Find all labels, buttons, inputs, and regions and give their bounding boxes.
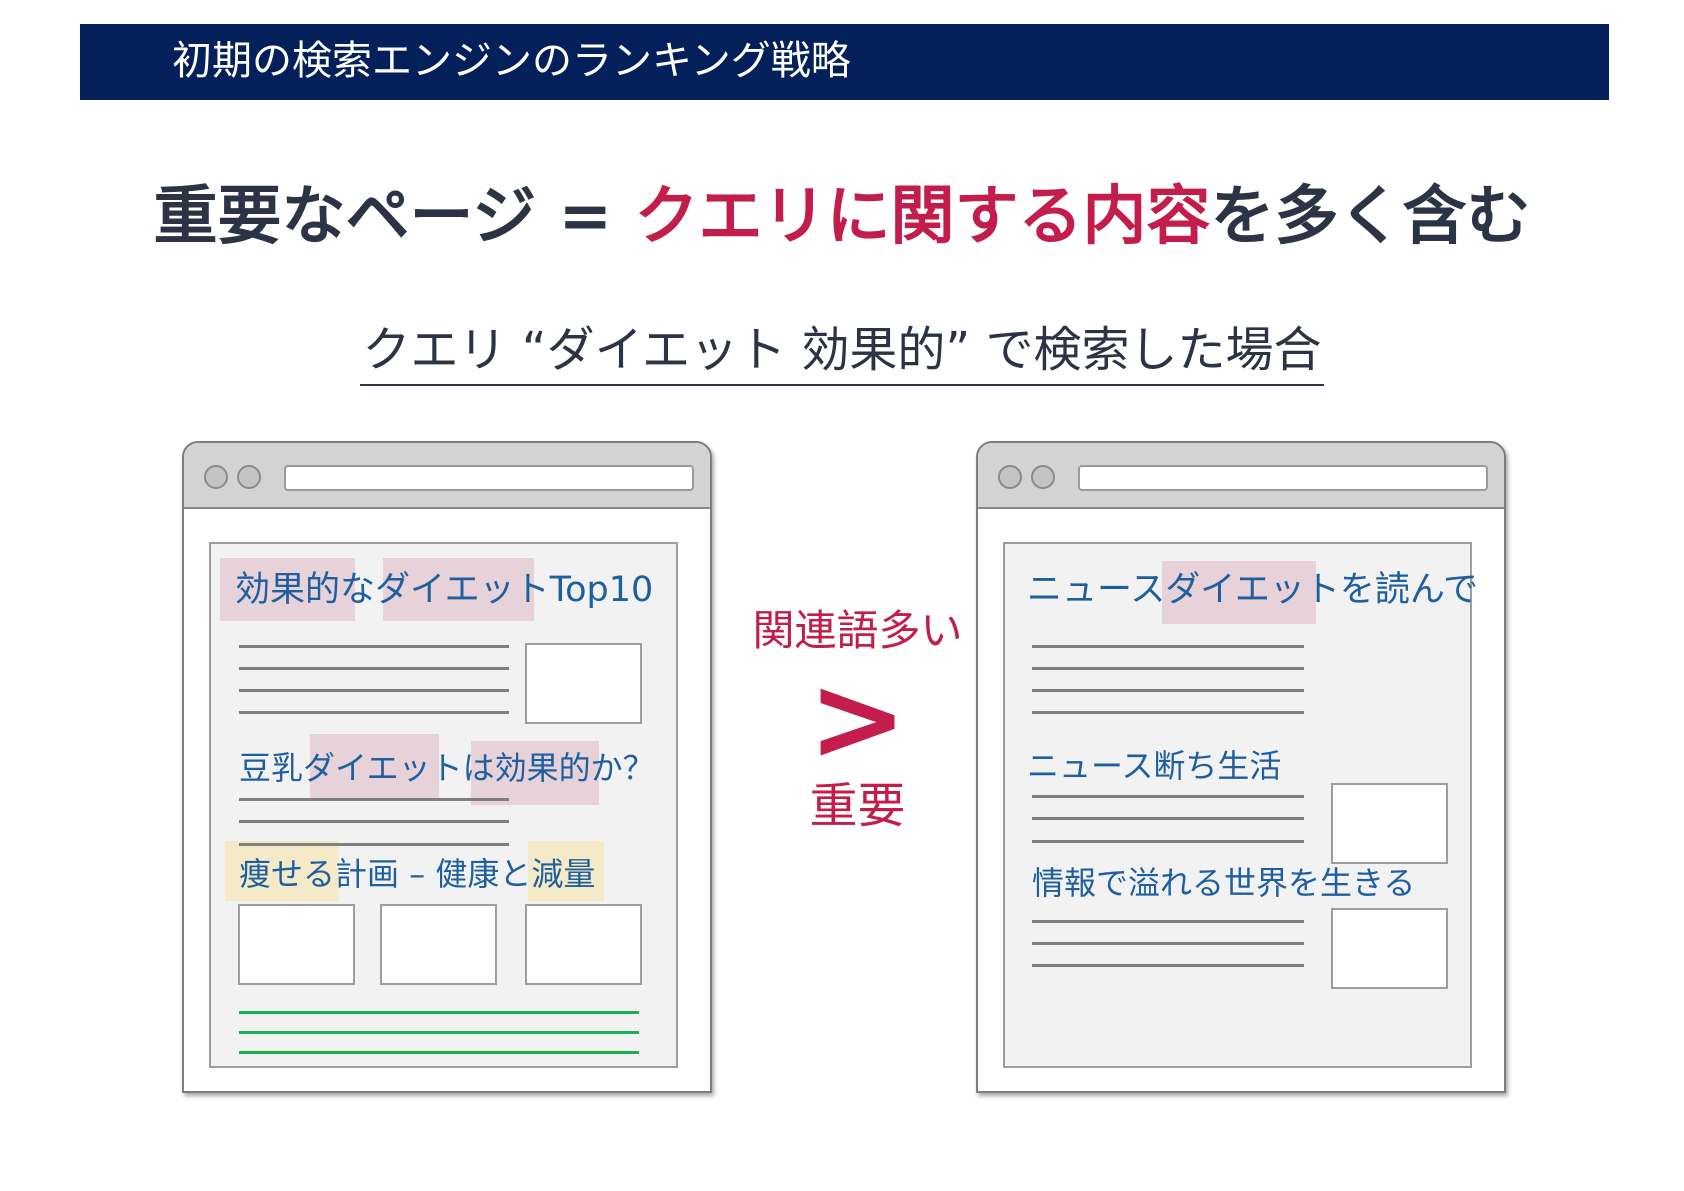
text-line bbox=[1032, 645, 1304, 648]
text-line bbox=[1032, 711, 1304, 714]
window-dot-icon bbox=[998, 465, 1022, 489]
subtitle: クエリ “ダイエット 効果的” で検索した場合 bbox=[0, 318, 1684, 386]
text-line bbox=[1032, 689, 1304, 692]
address-bar bbox=[1078, 465, 1488, 491]
text-line-green bbox=[239, 1011, 639, 1014]
text-line bbox=[239, 820, 509, 823]
greater-than-symbol: > bbox=[808, 649, 907, 787]
text-line-green bbox=[239, 1051, 639, 1054]
subtitle-text: クエリ “ダイエット 効果的” で検索した場合 bbox=[360, 318, 1324, 386]
header-title: 初期の検索エンジンのランキング戦略 bbox=[172, 38, 851, 84]
image-placeholder bbox=[1331, 783, 1448, 864]
image-placeholder bbox=[1331, 908, 1448, 989]
browser-toolbar bbox=[184, 443, 710, 509]
text-line bbox=[239, 689, 509, 692]
window-dot-icon bbox=[204, 465, 228, 489]
image-placeholder bbox=[525, 904, 642, 985]
window-dot-icon bbox=[237, 465, 261, 489]
page-heading: ニュースダイエットを読んで bbox=[1027, 570, 1479, 610]
image-placeholder bbox=[380, 904, 497, 985]
text-line bbox=[1032, 942, 1304, 945]
text-line bbox=[239, 798, 509, 801]
page-heading: 豆乳ダイエットは効果的か？ bbox=[239, 749, 655, 787]
page-heading: 痩せる計画 – 健康と減量 bbox=[239, 855, 596, 893]
image-placeholder bbox=[525, 643, 642, 724]
window-dot-icon bbox=[1031, 465, 1055, 489]
comparison-bottom-label: 重要 bbox=[809, 778, 906, 834]
header-bar: 初期の検索エンジンのランキング戦略 bbox=[80, 24, 1609, 100]
page-heading: 情報で溢れる世界を生きる bbox=[1032, 864, 1416, 902]
text-line bbox=[239, 711, 509, 714]
text-line bbox=[1032, 964, 1304, 967]
web-page-right: ニュースダイエットを読んで ニュース断ち生活 情報で溢れる世界を生きる bbox=[1003, 542, 1478, 1068]
browser-toolbar bbox=[978, 443, 1504, 509]
headline-highlight: クエリに関する内容 bbox=[634, 180, 1211, 254]
text-line bbox=[1032, 667, 1304, 670]
text-line bbox=[239, 843, 509, 846]
browser-window-left: 効果的なダイエットTop10 豆乳ダイエットは効果的か？ 痩せる計画 – 健康と… bbox=[182, 441, 712, 1093]
text-line bbox=[1032, 795, 1304, 798]
web-page-left: 効果的なダイエットTop10 豆乳ダイエットは効果的か？ 痩せる計画 – 健康と… bbox=[209, 542, 678, 1068]
text-line bbox=[239, 645, 509, 648]
text-line bbox=[239, 667, 509, 670]
page-heading: 効果的なダイエットTop10 bbox=[235, 570, 654, 610]
text-line bbox=[1032, 840, 1304, 843]
text-line bbox=[1032, 920, 1304, 923]
address-bar bbox=[284, 465, 694, 491]
headline-part1: 重要なページ = bbox=[153, 180, 635, 254]
page-heading: ニュース断ち生活 bbox=[1027, 747, 1282, 785]
headline-part2: を多く含む bbox=[1210, 180, 1531, 254]
text-line-green bbox=[239, 1031, 639, 1034]
image-placeholder bbox=[238, 904, 355, 985]
headline: 重要なページ = クエリに関する内容を多く含む bbox=[0, 172, 1684, 262]
text-line bbox=[1032, 817, 1304, 820]
browser-window-right: ニュースダイエットを読んで ニュース断ち生活 情報で溢れる世界を生きる bbox=[976, 441, 1506, 1093]
